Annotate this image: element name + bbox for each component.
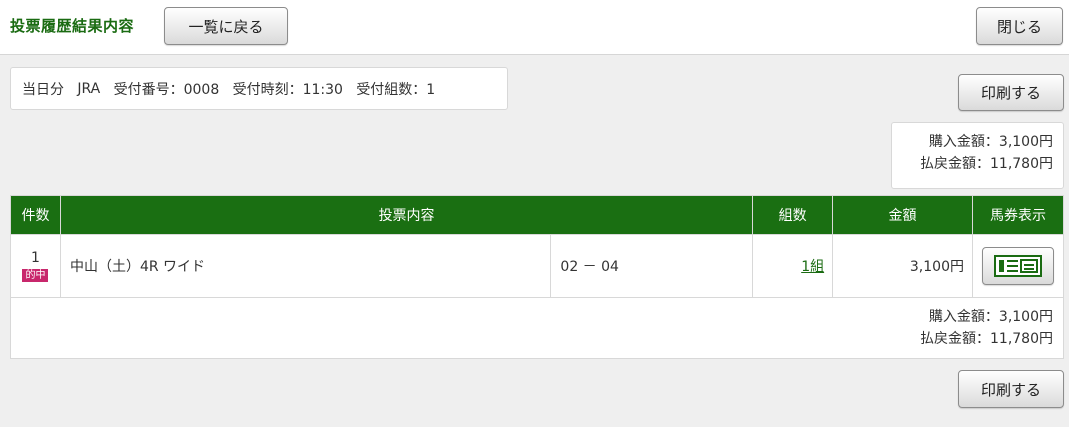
race-cell: 中山（土）4R ワイド [59,234,552,298]
page-title: 投票履歴結果内容 [10,17,135,35]
col-header-content: 投票内容 [59,195,754,235]
ticket-view-button[interactable] [981,247,1054,285]
print-button-top[interactable]: 印刷する [958,74,1064,111]
totals-box-top: 購入金額：3,100円 払戻金額：11,780円 [891,122,1064,189]
totals-row: 購入金額：3,100円 払戻金額：11,780円 [10,297,1064,359]
combos-cell: 1組 [752,234,834,298]
ticket-icon [993,255,1042,277]
col-header-amount: 金額 [832,195,973,235]
close-button[interactable]: 閉じる [976,7,1063,45]
summary-receipt-number: 受付番号：0008 [113,81,220,98]
back-to-list-button[interactable]: 一覧に戻る [164,7,288,45]
amount-cell: 3,100円 [832,234,973,298]
combos-link[interactable]: 1組 [801,259,824,275]
summary-day: 当日分 [22,81,64,98]
print-button-bottom[interactable]: 印刷する [958,370,1064,408]
totals-cell: 購入金額：3,100円 払戻金額：11,780円 [10,297,1064,359]
summary-receipt-count: 受付組数：1 [356,81,436,98]
payout-amount: 払戻金額：11,780円 [920,156,1053,172]
selection-cell: 02 － 04 [550,234,754,298]
ticket-cell [971,234,1065,298]
results-table: 件数 投票内容 組数 金額 馬券表示 1 的中 中山（土）4R ワイド 02 －… [10,195,1065,359]
purchase-amount: 購入金額：3,100円 [928,134,1053,150]
table-header-row: 件数 投票内容 組数 金額 馬券表示 [10,195,1065,235]
summary-org: JRA [77,80,101,97]
table-row: 1 的中 中山（土）4R ワイド 02 － 04 1組 3,100円 [10,234,1065,298]
col-header-ticket: 馬券表示 [971,195,1065,235]
page-header: 投票履歴結果内容 一覧に戻る 閉じる [0,0,1069,55]
receipt-summary: 当日分 JRA 受付番号：0008 受付時刻：11:30 受付組数：1 [10,67,508,110]
col-header-count: 件数 [10,195,61,235]
hit-badge: 的中 [22,269,49,282]
row-index: 1 [31,250,40,266]
purchase-amount-bottom: 購入金額：3,100円 [928,309,1053,325]
row-index-cell: 1 的中 [10,234,61,298]
payout-amount-bottom: 払戻金額：11,780円 [920,331,1053,347]
summary-receipt-time: 受付時刻：11:30 [232,81,343,98]
col-header-combos: 組数 [752,195,834,235]
